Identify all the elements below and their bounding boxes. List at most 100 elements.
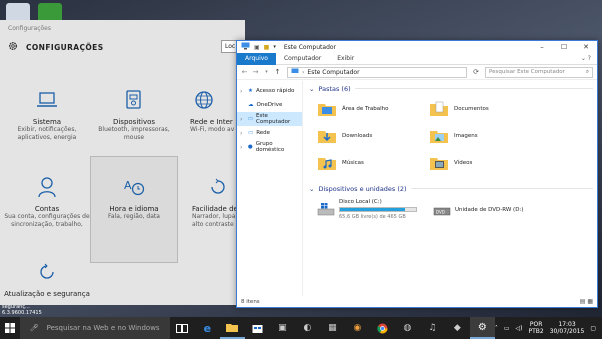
settings-titlebar: Configurações	[8, 24, 51, 32]
task-view-button[interactable]	[170, 317, 195, 339]
tile-hora-idioma[interactable]: A Hora e idioma Fala, região, data	[90, 156, 178, 263]
settings-window: Configurações CONFIGURAÇÕES Loc Sistema …	[0, 20, 247, 305]
tool-app-button[interactable]: ◆	[445, 317, 470, 339]
network-status-icon[interactable]: ▭	[504, 325, 510, 332]
folder-imagens[interactable]: Imagens	[429, 126, 541, 146]
chevron-down-icon[interactable]: ⌄	[309, 185, 314, 193]
maximize-button[interactable]: ☐	[553, 41, 575, 53]
settings-taskbar-button[interactable]: ⚙︎	[469, 317, 495, 339]
folder-videos[interactable]: Vídeos	[429, 153, 541, 173]
keyboard-layout: PTB2	[528, 328, 544, 335]
folder-grid: Área de Trabalho Documentos Downloads Im…	[309, 99, 593, 173]
tile-rede[interactable]: Rede e Inter Wi-Fi, modo av	[182, 88, 242, 134]
store-icon	[252, 325, 263, 333]
explorer-search-input[interactable]: Pesquisar Este Computador ⌕	[485, 66, 593, 78]
nav-item-rede[interactable]: › ▭ Rede	[237, 126, 302, 140]
nav-item-acesso-rapido[interactable]: › ★ Acesso rápido	[237, 84, 302, 98]
devices-icon	[90, 88, 178, 112]
nav-item-grupo-domestico[interactable]: › ● Grupo doméstico	[237, 140, 302, 154]
close-button[interactable]: ✕	[575, 41, 597, 53]
edge-button[interactable]: e	[195, 317, 220, 339]
tile-atualizacao[interactable]: Atualização e segurança	[3, 260, 91, 298]
expand-arrow-icon[interactable]: ›	[240, 88, 245, 95]
new-folder-icon[interactable]: ■	[264, 44, 270, 51]
downloads-folder-icon	[318, 131, 336, 143]
clock[interactable]: 17:03 30/07/2015	[550, 321, 585, 335]
drive-d[interactable]: DVD Unidade de DVD-RW (D:)	[433, 199, 523, 220]
start-button[interactable]	[0, 317, 20, 339]
ribbon-expand-icon[interactable]: ⌄ ?	[581, 55, 591, 62]
edge-icon: e	[203, 321, 212, 335]
tile-name: Sistema	[32, 118, 62, 126]
nav-item-onedrive[interactable]: ☁ OneDrive	[237, 98, 302, 112]
utility-app-button[interactable]: ◍	[395, 317, 420, 339]
content-pane: ⌄ Pastas (6) Área de Trabalho Documentos…	[309, 83, 593, 293]
path-field[interactable]: › Este Computador	[287, 66, 467, 78]
volume-icon[interactable]: ◁)	[516, 325, 523, 332]
folders-group-header[interactable]: ⌄ Pastas (6)	[309, 83, 593, 94]
expand-arrow-icon[interactable]: ›	[240, 116, 245, 123]
tab-exibir[interactable]: Exibir	[329, 53, 362, 65]
system-tray: ˄ ▭ ◁) POR PTB2 17:03 30/07/2015 ▢	[495, 317, 602, 339]
tile-contas[interactable]: Contas Sua conta, configurações de sincr…	[3, 175, 91, 229]
cloud-icon: ☁	[248, 102, 254, 108]
chevron-down-icon[interactable]: ⌄	[309, 85, 314, 93]
settings-header: CONFIGURAÇÕES	[0, 36, 245, 58]
music-app-button[interactable]: ♫	[420, 317, 445, 339]
tile-sistema[interactable]: Sistema Exibir, notificações, aplicativo…	[3, 88, 91, 142]
media-app-button[interactable]: ▦	[320, 317, 345, 339]
tab-computador[interactable]: Computador	[276, 53, 329, 65]
forward-icon[interactable]: →	[252, 68, 259, 76]
ribbon-tabs: Arquivo Computador Exibir ⌄ ?	[237, 52, 597, 65]
folder-documentos[interactable]: Documentos	[429, 99, 541, 119]
up-icon[interactable]: ↑	[274, 68, 281, 76]
chevron-down-icon[interactable]: ▾	[273, 44, 276, 50]
group-divider	[354, 88, 593, 89]
devices-group-header[interactable]: ⌄ Dispositivos e unidades (2)	[309, 183, 593, 194]
expand-arrow-icon[interactable]: ›	[240, 130, 245, 137]
nav-item-este-computador[interactable]: › ▭ Este Computador	[237, 112, 302, 126]
status-bar-count: 8 itens	[241, 299, 260, 305]
address-bar: ← → ▾ ↑ › Este Computador ⟳ Pesquisar Es…	[237, 65, 597, 80]
tab-arquivo[interactable]: Arquivo	[237, 52, 276, 65]
pc-icon	[241, 42, 250, 52]
taskbar-search-input[interactable]: 🎤︎ Pesquisar na Web e no Windows	[19, 317, 170, 339]
desktop-folder-icon	[318, 104, 336, 116]
paint-button[interactable]: ◉	[345, 317, 370, 339]
notifications-icon[interactable]: ▢	[590, 325, 596, 332]
expand-arrow-icon[interactable]: ›	[240, 144, 245, 151]
recent-chevron-icon[interactable]: ▾	[263, 69, 270, 75]
steam-button[interactable]: ◐	[295, 317, 320, 339]
folder-musicas[interactable]: Músicas	[317, 153, 429, 173]
show-hidden-icons-icon[interactable]: ˄	[495, 325, 498, 332]
tile-name: Contas	[34, 205, 60, 213]
tile-facilidade[interactable]: Facilidade de A Narrador, lupa, alto con…	[182, 175, 242, 229]
pc-icon	[291, 68, 299, 77]
pictures-folder-icon	[430, 131, 448, 143]
tile-desc: Wi-Fi, modo av	[190, 126, 235, 133]
microphone-icon[interactable]: 🎤︎	[30, 324, 39, 332]
explorer-taskbar-button[interactable]	[219, 317, 245, 339]
folder-downloads[interactable]: Downloads	[317, 126, 429, 146]
nav-label: Grupo doméstico	[255, 141, 285, 153]
headphones-icon: ♫	[428, 323, 437, 333]
view-toggle-icons[interactable]: ▤ ▦	[580, 298, 593, 305]
dvd-drive-icon: DVD	[433, 207, 451, 215]
drive-c[interactable]: Disco Local (C:) 65,6 GB livre(s) de 465…	[317, 199, 417, 220]
properties-icon[interactable]: ▣	[254, 44, 260, 51]
folder-label: Imagens	[454, 133, 478, 139]
folder-area-de-trabalho[interactable]: Área de Trabalho	[317, 99, 429, 119]
laptop-icon	[3, 88, 91, 112]
nav-label: Este Computador	[256, 113, 291, 125]
minimize-button[interactable]: –	[531, 41, 553, 53]
network-icon: ▭	[248, 130, 254, 136]
language-indicator[interactable]: POR PTB2	[529, 321, 544, 335]
back-icon[interactable]: ←	[241, 68, 248, 76]
homegroup-icon: ●	[247, 144, 253, 150]
drive-usage-bar	[339, 207, 417, 212]
camera-app-button[interactable]: ▣	[270, 317, 295, 339]
refresh-icon[interactable]: ⟳	[471, 68, 481, 76]
tile-dispositivos[interactable]: Dispositivos Bluetooth, impressoras, mou…	[90, 88, 178, 142]
store-button[interactable]	[245, 317, 270, 339]
chrome-button[interactable]	[370, 317, 395, 339]
